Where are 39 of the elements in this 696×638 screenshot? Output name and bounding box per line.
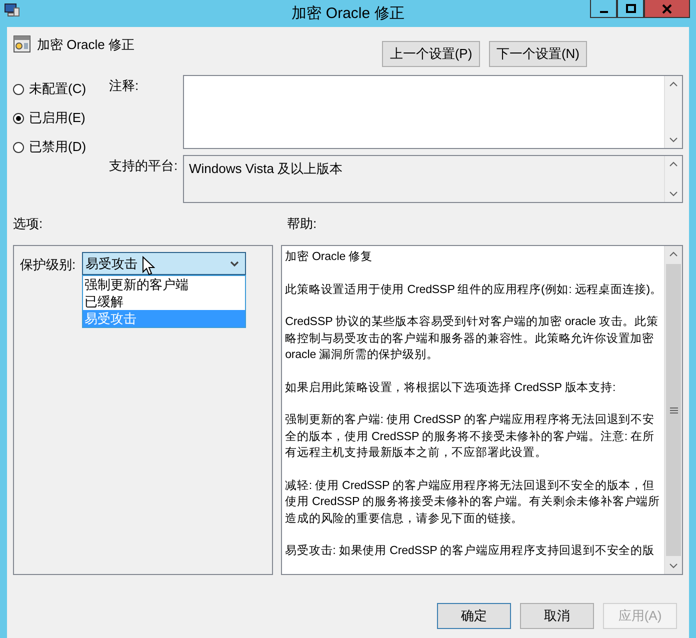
dropdown-option[interactable]: 已缓解 xyxy=(82,293,245,310)
radio-option[interactable]: 已禁用(D) xyxy=(13,137,109,157)
comment-field[interactable] xyxy=(183,75,683,149)
help-paragraph: 如果启用此策略设置，将根据以下选项选择 CredSSP 版本支持: xyxy=(285,380,617,396)
section-label: 帮助: xyxy=(287,215,318,233)
help-paragraph: 此策略设置适用于使用 CredSSP 组件的应用程序(例如: 远程桌面连接)。 xyxy=(285,282,662,298)
minimize-button[interactable] xyxy=(590,0,617,18)
minimize-icon xyxy=(600,10,608,12)
field-label: 保护级别: xyxy=(20,256,76,274)
field-label: 支持的平台: xyxy=(109,157,179,175)
scrollbar[interactable] xyxy=(664,246,682,574)
dialog-button[interactable]: 取消 xyxy=(520,603,594,629)
window-title: 加密 Oracle 修正 xyxy=(292,4,404,23)
scrollbar[interactable] xyxy=(664,76,682,148)
radio-option[interactable]: 未配置(C) xyxy=(13,79,109,99)
nav-button[interactable]: 上一个设置(P) xyxy=(382,41,480,67)
radio-option[interactable]: 已启用(E) xyxy=(13,108,109,128)
caret-icon xyxy=(230,260,239,266)
help-paragraph: 加密 Oracle 修复 xyxy=(285,249,374,265)
nav-button[interactable]: 下一个设置(N) xyxy=(489,41,587,67)
close-icon xyxy=(662,4,672,14)
platform-text: Windows Vista 及以上版本 xyxy=(188,160,344,178)
dialog-button[interactable]: 确定 xyxy=(437,603,511,629)
protection-dropdown[interactable]: 易受攻击 xyxy=(82,252,246,275)
help-paragraph: 易受攻击: 如果使用 CredSSP 的客户端应用程序支持回退到不安全的版 xyxy=(285,543,656,559)
help-paragraph: 减轻: 使用 CredSSP 的客户端应用程序将无法回退到不安全的版本，但使用 CredSSP 的服务将接受未修补的客户端。有关剩余未修补客户端所造成的风险的重要信息，请参见下面的链接。 xyxy=(285,478,662,526)
maximize-icon xyxy=(626,4,636,14)
help-paragraph: CredSSP 协议的某些版本容易受到针对客户端的加密 oracle 攻击。此策略控制与易受攻击的客户端和服务器的兼容性。此策略允许你设置加密 oracle 漏洞所需的保护级别。 xyxy=(285,314,660,363)
section-label: 选项: xyxy=(13,215,44,233)
help-paragraph: 强制更新的客户端: 使用 CredSSP 的客户端应用程序将无法回退到不安全的版本，使用 CredSSP 的服务将不接受未修补的客户端。注意: 在所有远程主机支持最新版本之前，不应部署此设置。 xyxy=(285,412,656,461)
dropdown-option[interactable]: 强制更新的客户端 xyxy=(82,276,245,293)
close-button[interactable] xyxy=(644,0,690,18)
field-label: 注释: xyxy=(109,77,140,95)
maximize-button[interactable] xyxy=(617,0,644,18)
grip-icon xyxy=(670,406,678,414)
computer-icon xyxy=(4,2,20,18)
scroll-thumb[interactable] xyxy=(666,264,681,556)
policy-icon xyxy=(13,35,31,53)
policy-title: 加密 Oracle 修正 xyxy=(37,36,135,54)
